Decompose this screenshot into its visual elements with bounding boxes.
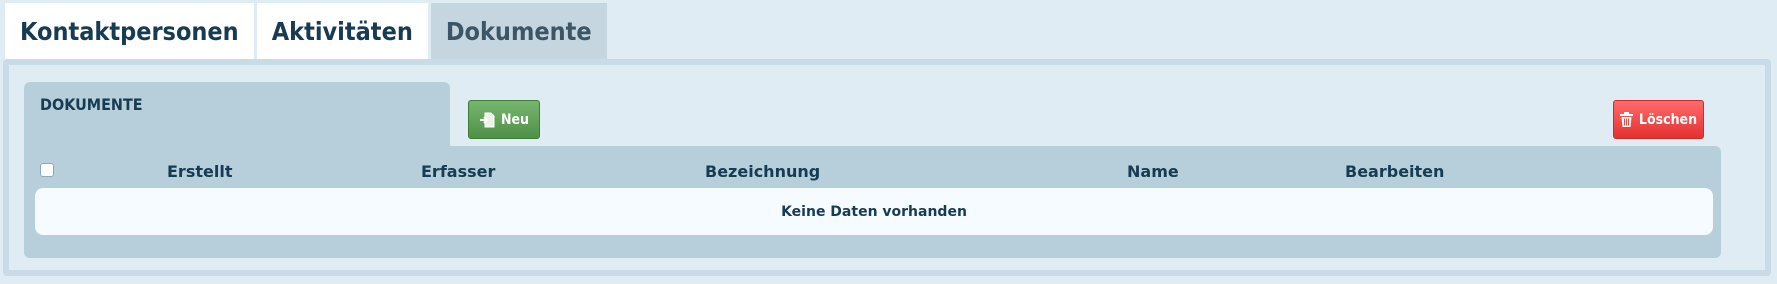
tab-kontaktpersonen[interactable]: Kontaktpersonen	[5, 3, 254, 60]
delete-button-label: Löschen	[1638, 111, 1698, 128]
section-header	[24, 82, 450, 148]
select-all-checkbox[interactable]	[40, 163, 54, 177]
new-document-icon	[479, 112, 495, 128]
new-button[interactable]: Neu	[468, 100, 540, 139]
tab-aktivitaeten[interactable]: Aktivitäten	[256, 3, 428, 60]
new-button-label: Neu	[500, 111, 530, 128]
trash-icon	[1619, 112, 1633, 127]
column-header-erfasser[interactable]: Erfasser	[421, 162, 495, 181]
column-header-bearbeiten[interactable]: Bearbeiten	[1345, 162, 1444, 181]
empty-state-row: Keine Daten vorhanden	[35, 188, 1713, 235]
delete-button[interactable]: Löschen	[1613, 100, 1704, 139]
column-header-name[interactable]: Name	[1127, 162, 1179, 181]
tab-dokumente[interactable]: Dokumente	[430, 3, 607, 60]
column-header-erstellt[interactable]: Erstellt	[167, 162, 232, 181]
column-header-bezeichnung[interactable]: Bezeichnung	[705, 162, 820, 181]
section-title: DOKUMENTE	[40, 95, 143, 114]
tab-bar: Kontaktpersonen Aktivitäten Dokumente	[5, 3, 610, 60]
